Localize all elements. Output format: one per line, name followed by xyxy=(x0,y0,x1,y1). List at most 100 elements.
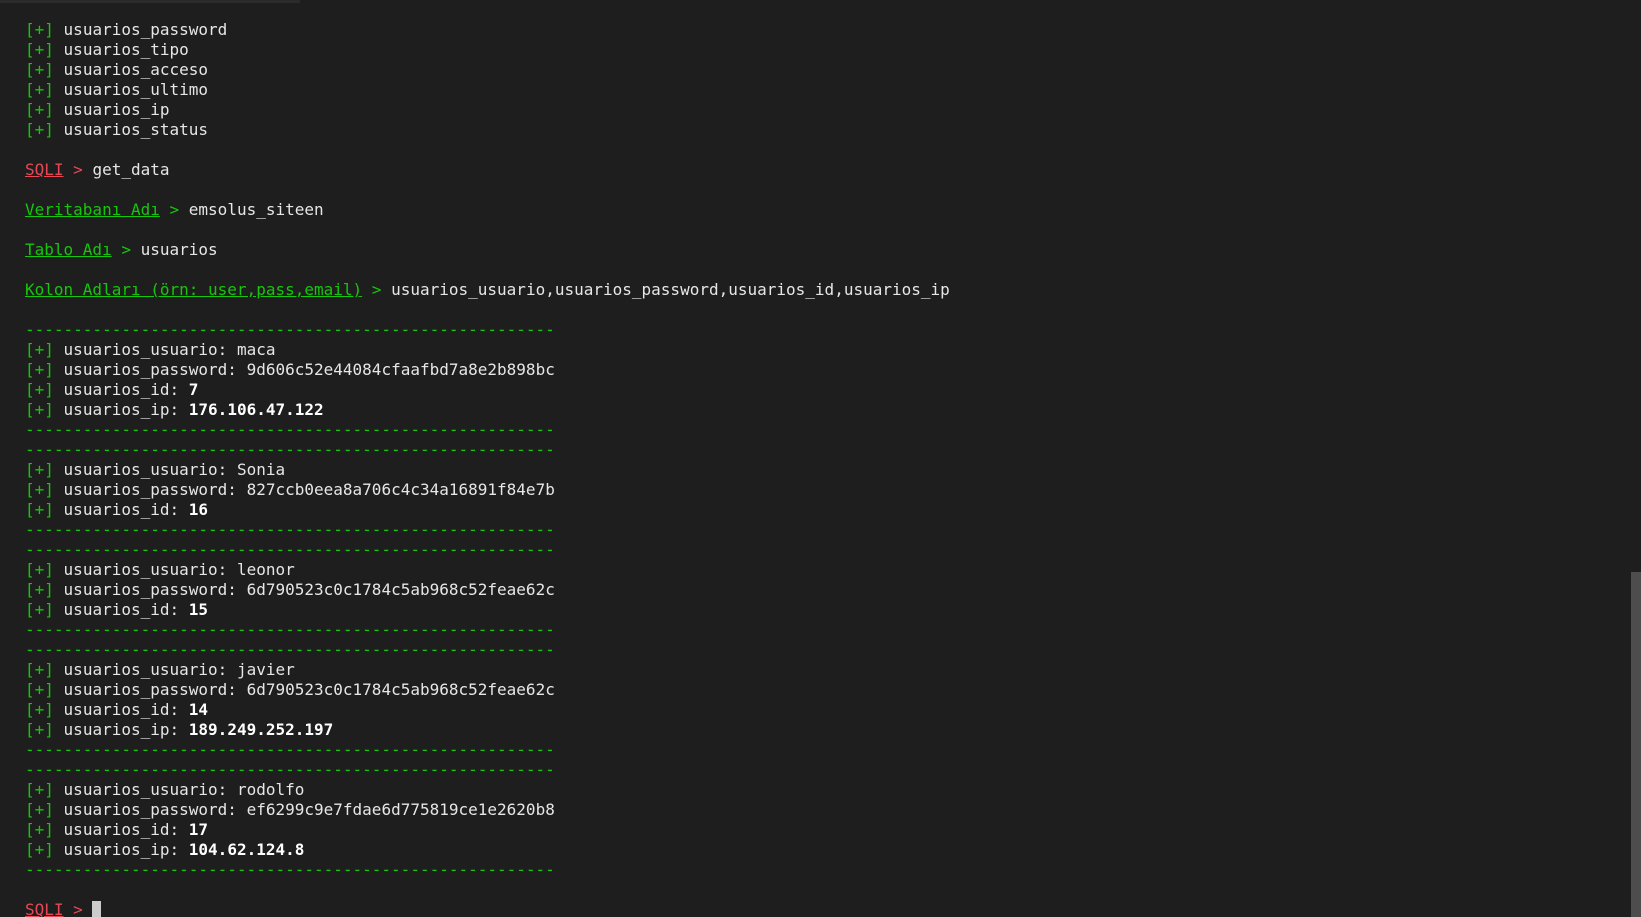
prompt-arrow: > xyxy=(73,900,83,917)
record-field: [+] usuarios_password: 6d790523c0c1784c5… xyxy=(25,580,1601,600)
field-value: 15 xyxy=(188,600,209,619)
column-names: usuarios_usuario,usuarios_password,usuar… xyxy=(391,280,950,299)
record-field: [+] usuarios_usuario: javier xyxy=(25,660,1601,680)
field-label: usuarios_password: xyxy=(63,360,237,379)
field-label: usuarios_password: xyxy=(63,680,237,699)
field-value: 9d606c52e44084cfaafbd7a8e2b898bc xyxy=(246,360,555,379)
field-label: usuarios_usuario: xyxy=(63,660,228,679)
field-label: usuarios_password: xyxy=(63,480,237,499)
separator-line: ----------------------------------------… xyxy=(25,760,555,779)
record-field: [+] usuarios_id: 15 xyxy=(25,600,1601,620)
column-list-item: [+] usuarios_ip xyxy=(25,100,1601,120)
plus-marker: [+] xyxy=(25,20,54,39)
separator-line: ----------------------------------------… xyxy=(25,640,555,659)
field-label: usuarios_id: xyxy=(63,600,180,619)
sqli-command-line: SQLI > get_data xyxy=(25,160,1601,180)
separator-line: ----------------------------------------… xyxy=(25,540,555,559)
table-name: usuarios xyxy=(140,240,218,259)
field-label: usuarios_usuario: xyxy=(63,340,228,359)
vertical-scrollbar[interactable] xyxy=(1627,0,1641,917)
terminal-output: [+] usuarios_password [+] usuarios_tipo … xyxy=(25,20,1601,917)
prompt-arrow: > xyxy=(371,280,382,299)
plus-marker: [+] xyxy=(25,400,54,419)
separator-line: ----------------------------------------… xyxy=(25,860,555,879)
record-field: [+] usuarios_ip: 176.106.47.122 xyxy=(25,400,1601,420)
field-label: usuarios_password: xyxy=(63,800,237,819)
column-name: usuarios_ultimo xyxy=(63,80,209,99)
plus-marker: [+] xyxy=(25,120,54,139)
record-field: [+] usuarios_usuario: Sonia xyxy=(25,460,1601,480)
plus-marker: [+] xyxy=(25,720,54,739)
plus-marker: [+] xyxy=(25,40,54,59)
record-field: [+] usuarios_usuario: leonor xyxy=(25,560,1601,580)
column-list-item: [+] usuarios_password xyxy=(25,20,1601,40)
record-field: [+] usuarios_usuario: rodolfo xyxy=(25,780,1601,800)
plus-marker: [+] xyxy=(25,360,54,379)
plus-marker: [+] xyxy=(25,380,54,399)
record-field: [+] usuarios_usuario: maca xyxy=(25,340,1601,360)
record-field: [+] usuarios_ip: 189.249.252.197 xyxy=(25,720,1601,740)
plus-marker: [+] xyxy=(25,500,54,519)
column-name: usuarios_acceso xyxy=(63,60,209,79)
field-label: usuarios_usuario: xyxy=(63,460,228,479)
field-value: Sonia xyxy=(236,460,286,479)
column-name: usuarios_password xyxy=(63,20,228,39)
plus-marker: [+] xyxy=(25,660,54,679)
separator-line: ----------------------------------------… xyxy=(25,620,555,639)
field-value: 6d790523c0c1784c5ab968c52feae62c xyxy=(246,580,555,599)
plus-marker: [+] xyxy=(25,340,54,359)
column-list-item: [+] usuarios_status xyxy=(25,120,1601,140)
field-label: usuarios_usuario: xyxy=(63,780,228,799)
column-name: usuarios_tipo xyxy=(63,40,189,59)
column-list-item: [+] usuarios_ultimo xyxy=(25,80,1601,100)
field-label: usuarios_id: xyxy=(63,820,180,839)
scrollbar-thumb[interactable] xyxy=(1631,572,1641,917)
sqli-prompt: SQLI xyxy=(25,900,64,917)
field-value: 17 xyxy=(188,820,209,839)
field-value: 189.249.252.197 xyxy=(188,720,334,739)
record-field: [+] usuarios_id: 17 xyxy=(25,820,1601,840)
columns-prompt: Kolon Adları (örn: user,pass,email) xyxy=(25,280,363,299)
field-label: usuarios_usuario: xyxy=(63,560,228,579)
field-value: 14 xyxy=(188,700,209,719)
separator-line: ----------------------------------------… xyxy=(25,420,555,439)
plus-marker: [+] xyxy=(25,800,54,819)
column-names-line: Kolon Adları (örn: user,pass,email) > us… xyxy=(25,280,1601,300)
field-value: maca xyxy=(236,340,276,359)
prompt-arrow: > xyxy=(121,240,131,259)
separator-line: ----------------------------------------… xyxy=(25,440,555,459)
column-name: usuarios_status xyxy=(63,120,209,139)
record-field: [+] usuarios_ip: 104.62.124.8 xyxy=(25,840,1601,860)
record-field: [+] usuarios_password: 827ccb0eea8a706c4… xyxy=(25,480,1601,500)
prompt-arrow: > xyxy=(169,200,180,219)
table-prompt: Tablo Adı xyxy=(25,240,112,259)
plus-marker: [+] xyxy=(25,580,54,599)
plus-marker: [+] xyxy=(25,700,54,719)
record-field: [+] usuarios_password: 6d790523c0c1784c5… xyxy=(25,680,1601,700)
field-label: usuarios_id: xyxy=(63,380,180,399)
record-field: [+] usuarios_id: 14 xyxy=(25,700,1601,720)
text-cursor[interactable] xyxy=(92,901,102,917)
field-value: 7 xyxy=(188,380,199,399)
field-label: usuarios_id: xyxy=(63,500,180,519)
plus-marker: [+] xyxy=(25,460,54,479)
field-value: ef6299c9e7fdae6d775819ce1e2620b8 xyxy=(246,800,555,819)
plus-marker: [+] xyxy=(25,840,54,859)
plus-marker: [+] xyxy=(25,480,54,499)
plus-marker: [+] xyxy=(25,780,54,799)
command-text: get_data xyxy=(92,160,170,179)
field-value: 16 xyxy=(188,500,209,519)
field-value: rodolfo xyxy=(236,780,305,799)
record-field: [+] usuarios_password: 9d606c52e44084cfa… xyxy=(25,360,1601,380)
column-list-item: [+] usuarios_tipo xyxy=(25,40,1601,60)
sqli-input-line[interactable]: SQLI > xyxy=(25,900,1601,917)
terminal-window[interactable]: [+] usuarios_password [+] usuarios_tipo … xyxy=(0,0,1641,917)
record-field: [+] usuarios_id: 16 xyxy=(25,500,1601,520)
separator-line: ----------------------------------------… xyxy=(25,740,555,759)
plus-marker: [+] xyxy=(25,560,54,579)
plus-marker: [+] xyxy=(25,60,54,79)
plus-marker: [+] xyxy=(25,600,54,619)
field-label: usuarios_ip: xyxy=(63,400,180,419)
field-value: leonor xyxy=(236,560,295,579)
plus-marker: [+] xyxy=(25,680,54,699)
